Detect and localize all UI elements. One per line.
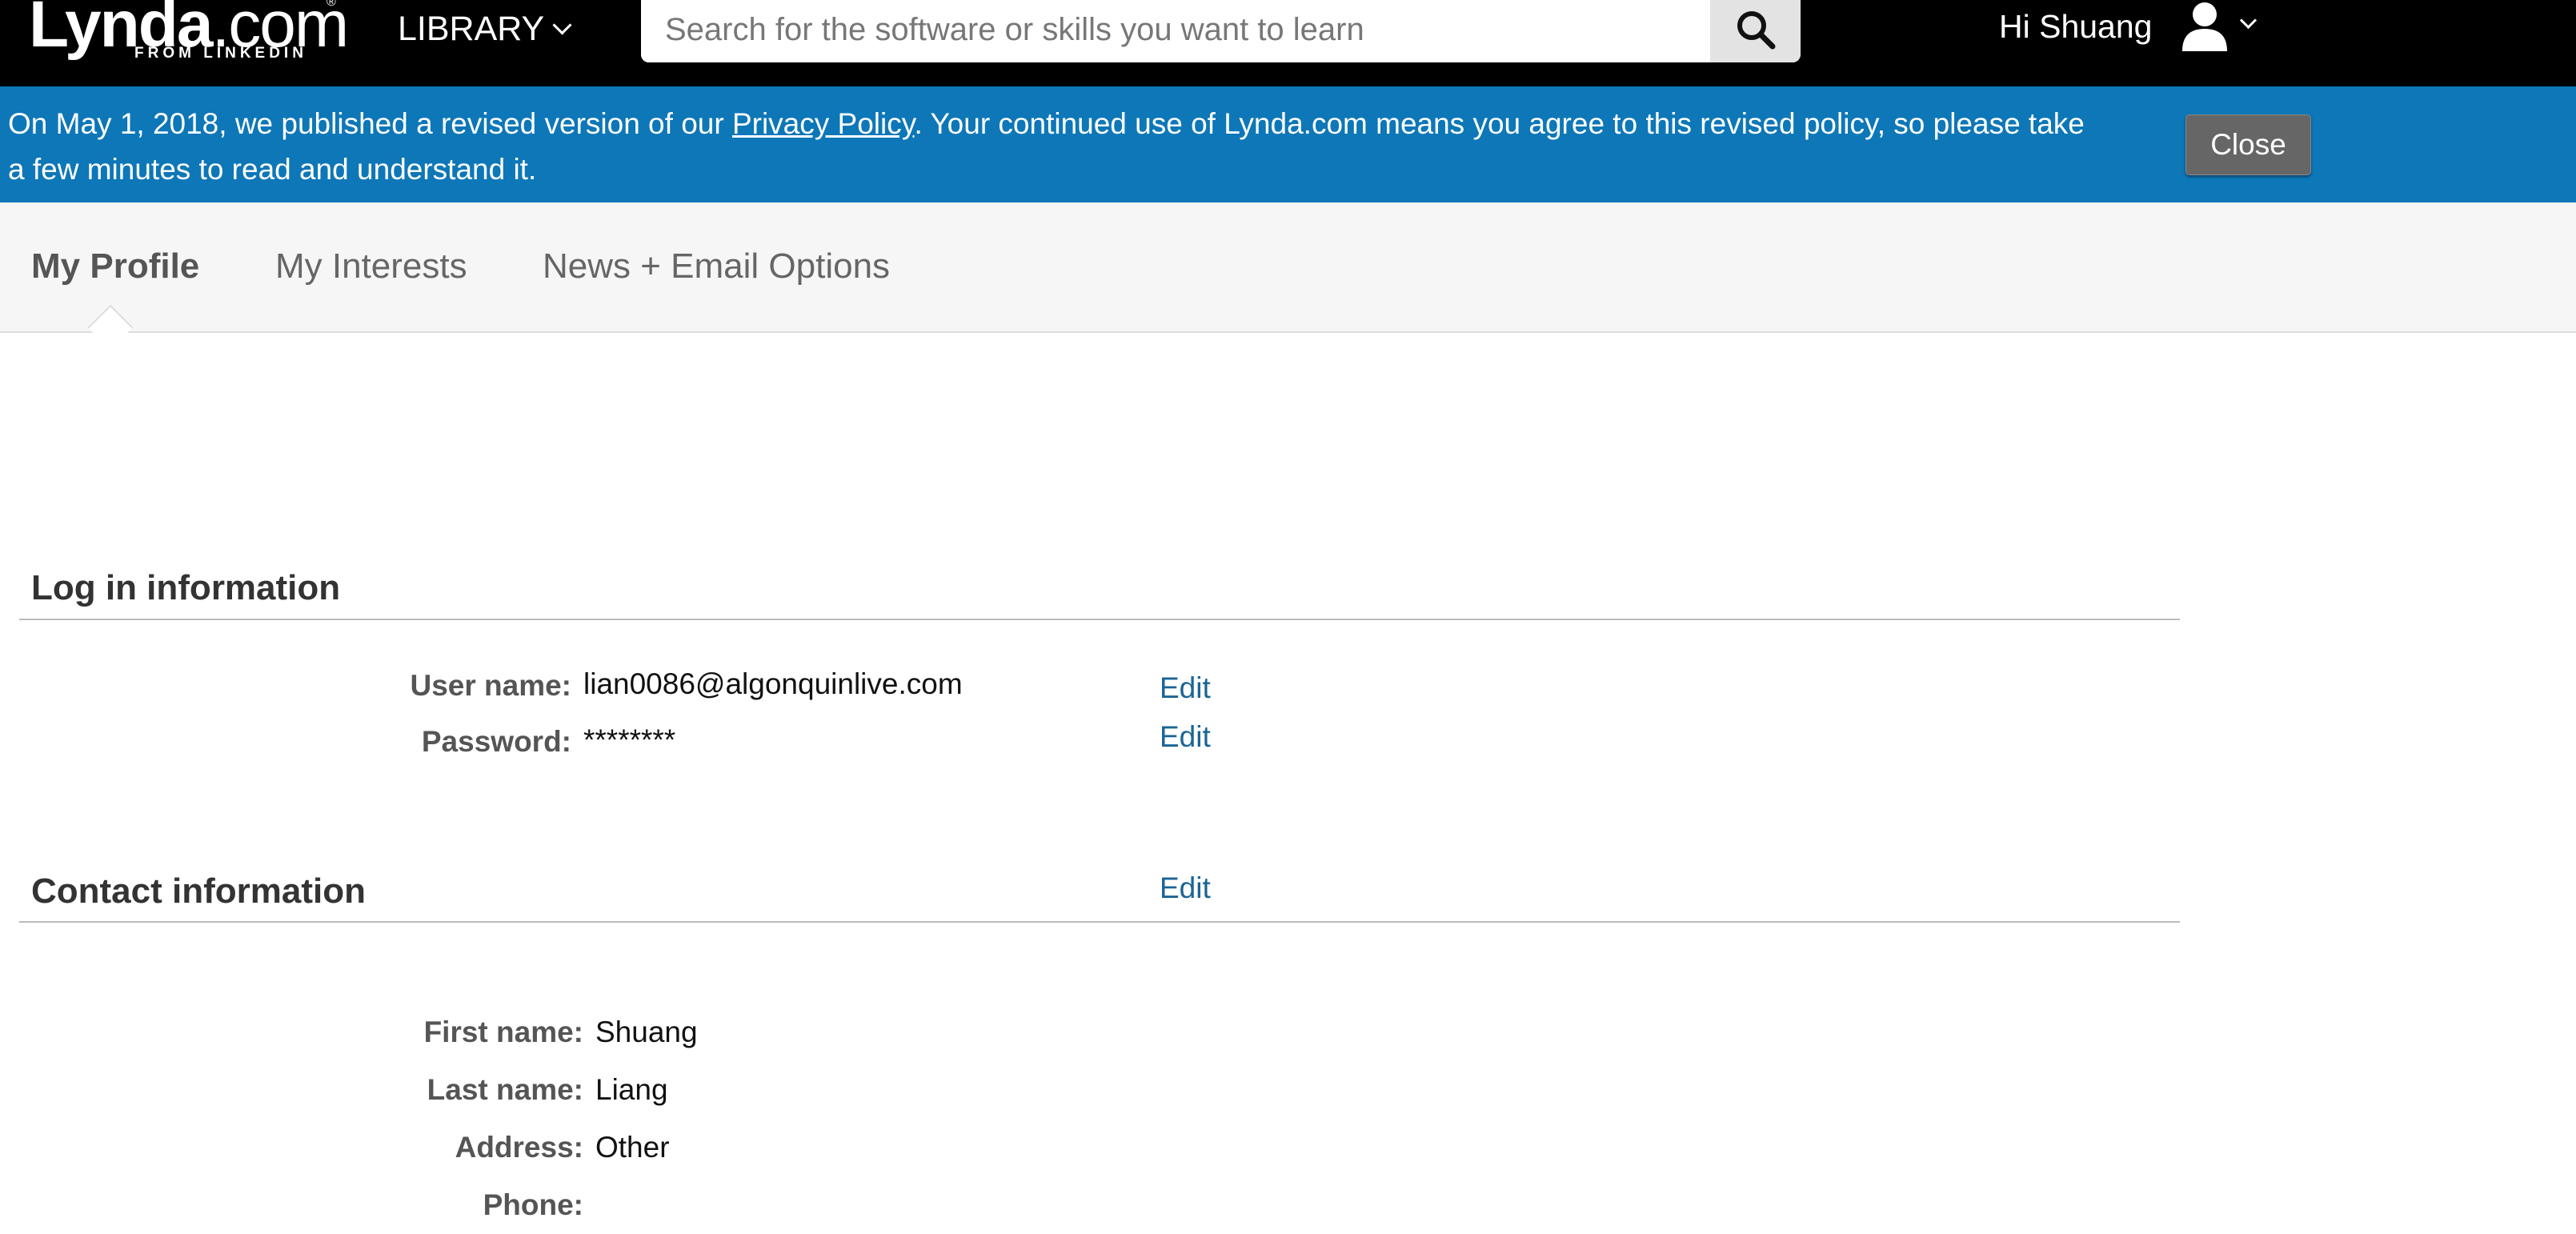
search-bar — [641, 0, 1801, 62]
close-banner-button[interactable]: Close — [2185, 114, 2311, 175]
edit-username-link[interactable]: Edit — [1160, 671, 1211, 705]
phone-label: Phone: — [483, 1188, 583, 1221]
contact-section-title: Contact information — [31, 871, 366, 911]
username-value: lian0086@algonquinlive.com — [583, 667, 963, 700]
library-label: LIBRARY — [398, 9, 545, 48]
search-icon — [1737, 11, 1775, 50]
last-name-value: Liang — [595, 1073, 668, 1106]
login-section-title: Log in information — [31, 568, 341, 607]
top-nav-bar: Lynda.com ® FROM LINKEDIN LIBRARY Hi Shu… — [0, 0, 2576, 86]
banner-message: On May 1, 2018, we published a revised v… — [8, 101, 2089, 192]
username-label: User name: — [410, 669, 571, 702]
chevron-down-icon — [2239, 11, 2258, 30]
chevron-down-icon — [552, 14, 572, 35]
active-tab-indicator — [87, 304, 134, 351]
search-button[interactable] — [1710, 0, 1801, 62]
privacy-policy-link[interactable]: Privacy Policy — [732, 107, 915, 140]
address-value: Other — [595, 1131, 670, 1164]
tab-my-interests[interactable]: My Interests — [275, 246, 467, 286]
user-greeting: Hi Shuang — [1999, 8, 2153, 45]
library-menu-button[interactable]: LIBRARY — [398, 6, 572, 51]
tab-my-profile[interactable]: My Profile — [31, 246, 199, 286]
contact-section-divider — [19, 921, 2180, 923]
privacy-policy-banner: On May 1, 2018, we published a revised v… — [0, 86, 2576, 202]
tab-news-email-options[interactable]: News + Email Options — [543, 246, 890, 286]
first-name-value: Shuang — [595, 1016, 698, 1048]
lynda-logo[interactable]: Lynda.com ® FROM LINKEDIN — [29, 0, 349, 69]
profile-tabs: My Profile My Interests News + Email Opt… — [0, 202, 2576, 351]
password-value: ******** — [583, 723, 676, 756]
edit-contact-link[interactable]: Edit — [1160, 871, 1211, 905]
logo-registered-mark: ® — [327, 0, 336, 9]
user-icon — [2182, 2, 2227, 51]
first-name-label: First name: — [423, 1016, 583, 1048]
address-label: Address: — [455, 1131, 583, 1164]
account-menu-button[interactable] — [2177, 0, 2265, 56]
last-name-label: Last name: — [427, 1073, 583, 1106]
search-input[interactable] — [641, 0, 1710, 62]
banner-text-start: On May 1, 2018, we published a revised v… — [8, 107, 732, 140]
edit-password-link[interactable]: Edit — [1160, 720, 1211, 754]
logo-subtitle: FROM LINKEDIN — [134, 45, 307, 62]
password-label: Password: — [421, 725, 571, 758]
login-section-divider — [19, 619, 2180, 620]
